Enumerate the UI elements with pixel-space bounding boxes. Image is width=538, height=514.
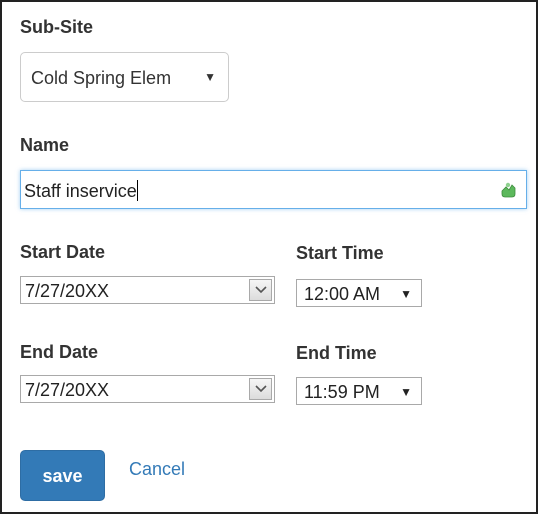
start-time-value: 12:00 AM [304,284,381,304]
caret-down-icon: ▼ [204,70,216,84]
end-date-dropdown-button[interactable] [249,378,272,400]
end-time-value: 11:59 PM [304,382,380,402]
save-button-label: save [42,466,83,486]
start-date-value: 7/27/20XX [25,281,110,301]
start-time-select[interactable]: 12:00 AM ▼ [296,279,422,307]
subsite-selected-value: Cold Spring Elem [31,68,172,88]
end-date-input[interactable]: 7/27/20XX [20,375,275,403]
end-time-label: End Time [296,343,377,363]
autofill-icon[interactable] [499,181,517,199]
end-time-select[interactable]: 11:59 PM ▼ [296,377,422,405]
name-label: Name [20,135,70,155]
chevron-down-icon [255,385,267,393]
chevron-down-icon [255,286,267,294]
end-date-value: 7/27/20XX [25,380,110,400]
subsite-label: Sub-Site [20,17,94,37]
start-date-input[interactable]: 7/27/20XX [20,276,275,304]
caret-down-icon: ▼ [400,385,412,399]
start-time-label: Start Time [296,243,384,263]
subsite-select[interactable]: Cold Spring Elem ▼ [20,52,229,102]
text-cursor [136,180,138,201]
start-date-label: Start Date [20,242,106,262]
form-panel: Sub-Site Cold Spring Elem ▼ Name Staff i… [0,0,538,514]
save-button[interactable]: save [20,450,105,501]
cancel-link[interactable]: Cancel [129,459,185,480]
start-date-dropdown-button[interactable] [249,279,272,301]
name-input-value: Staff inservice [24,181,137,201]
caret-down-icon: ▼ [400,287,412,301]
end-date-label: End Date [20,342,99,362]
name-input[interactable]: Staff inservice [20,170,527,209]
